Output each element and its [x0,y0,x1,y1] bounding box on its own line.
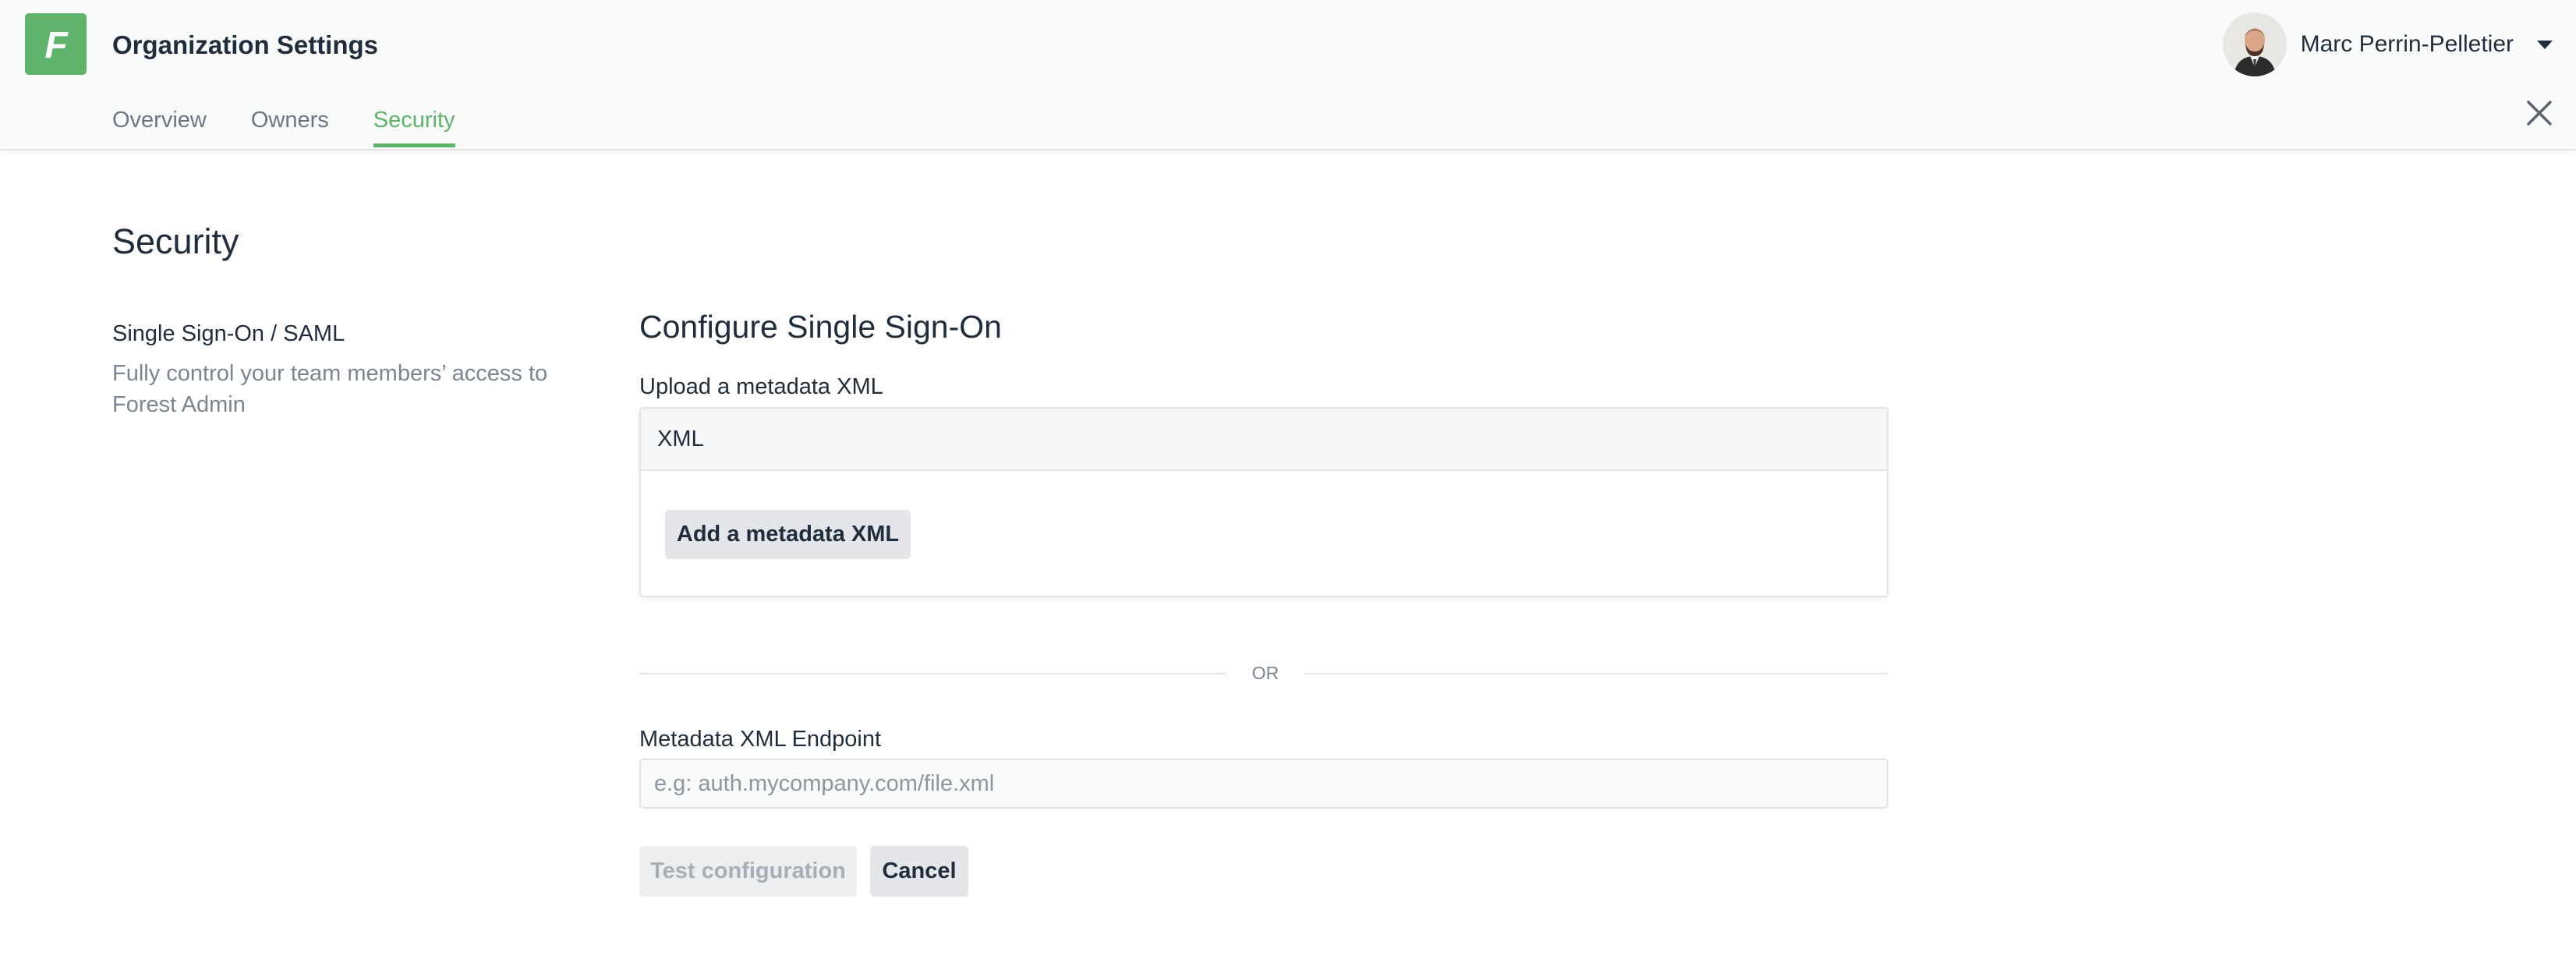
user-name: Marc Perrin-Pelletier [2300,31,2514,57]
upload-xml-label: Upload a metadata XML [639,374,883,399]
cancel-button[interactable]: Cancel [870,846,968,897]
page-title: Security [112,221,239,261]
endpoint-label: Metadata XML Endpoint [639,727,882,752]
test-configuration-button[interactable]: Test configuration [639,846,857,897]
user-menu[interactable]: Marc Perrin-Pelletier [2222,12,2553,76]
close-glyph [2527,101,2552,126]
close-icon[interactable] [2526,100,2553,126]
tab-security[interactable]: Security [373,100,455,147]
tab-owners[interactable]: Owners [251,100,329,147]
divider-right [1304,673,1888,674]
xml-upload-header: XML [641,409,1887,471]
app-title: Organization Settings [112,30,379,59]
settings-tabs: Overview Owners Security [112,100,500,149]
svg-text:F: F [44,25,69,66]
xml-upload-box: XML [639,407,1888,597]
avatar [2222,12,2287,76]
tab-overview[interactable]: Overview [112,100,207,147]
logo-glyph: F [44,25,69,66]
forest-admin-logo-icon[interactable]: F [25,13,87,75]
sso-section-description: Fully control your team members’ access … [112,361,548,417]
configure-sso-title: Configure Single Sign-On [639,309,1002,345]
sso-section-title: Single Sign-On / SAML [112,321,345,346]
metadata-endpoint-input[interactable] [639,759,1888,809]
or-separator: OR [1251,663,1279,683]
avatar-image [2222,12,2287,76]
top-header: F Organization Settings Overview Owners … [0,0,2576,150]
chevron-down-icon[interactable] [2537,40,2553,49]
divider-left [639,673,1226,674]
add-metadata-xml-button[interactable]: Add a metadata XML [665,510,911,559]
